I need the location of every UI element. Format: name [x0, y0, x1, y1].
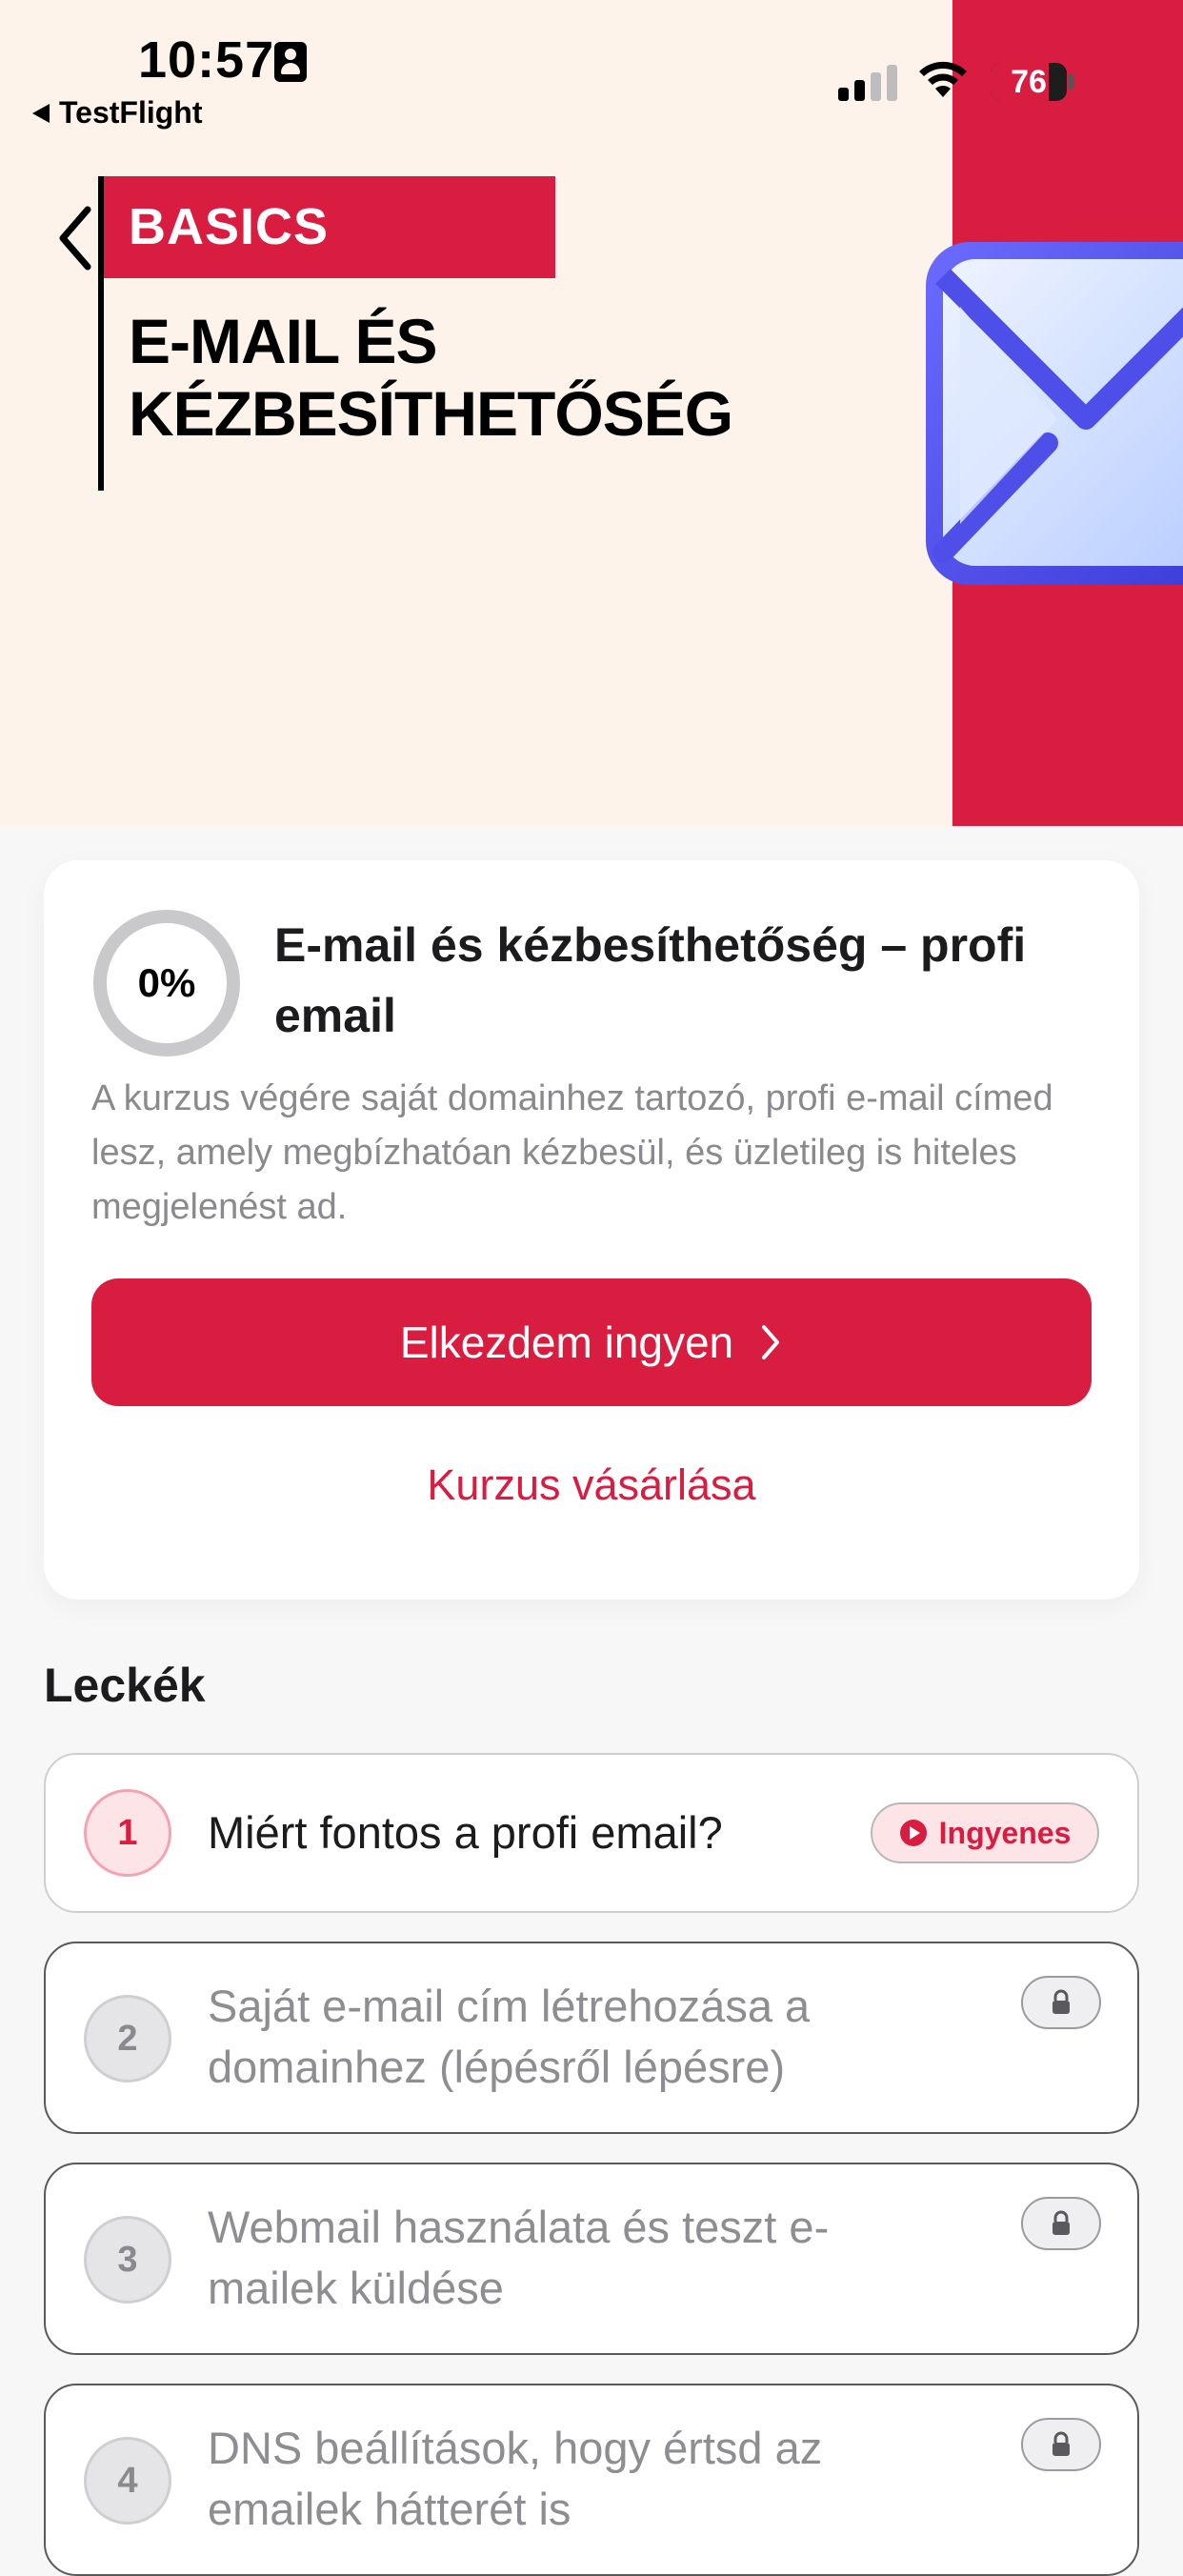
progress-percent: 0%	[137, 960, 196, 1005]
course-title: E-mail és kézbesíthetőség – profi email	[274, 918, 1027, 1042]
lesson-number: 3	[84, 2216, 171, 2304]
lesson-title: Miért fontos a profi email?	[208, 1807, 723, 1858]
battery-level: 76	[1011, 64, 1047, 100]
start-button-label: Elkezdem ingyen	[399, 1318, 734, 1367]
back-triangle-icon	[32, 103, 50, 123]
battery-cap	[1069, 74, 1074, 90]
battery-icon: 76	[991, 63, 1067, 101]
chevron-right-icon	[762, 1325, 780, 1359]
lesson-title: Saját e-mail cím létrehozása a domainhez…	[208, 1981, 811, 2092]
lesson-number: 4	[84, 2437, 171, 2525]
lock-icon	[1053, 2210, 1070, 2235]
course-hero: 10:57 TestFlight 76 BASICS E-MAIL ÉS KÉZ…	[0, 0, 1183, 826]
lock-badge	[1021, 2197, 1101, 2250]
hero-title-line2: KÉZBESÍTHETŐSÉG	[129, 378, 733, 449]
free-badge: Ingyenes	[871, 1802, 1099, 1863]
wifi-icon	[919, 61, 967, 97]
lesson-item-1[interactable]: 1 Miért fontos a profi email? Ingyenes	[44, 1753, 1139, 1913]
lock-icon	[1053, 2431, 1070, 2456]
signal-icon	[838, 65, 897, 101]
envelope-icon	[926, 242, 1183, 585]
lock-badge	[1021, 1976, 1101, 2029]
course-description: A kurzus végére saját domainhez tartozó,…	[91, 1078, 1053, 1227]
hero-title: E-MAIL ÉS KÉZBESÍTHETŐSÉG	[129, 305, 910, 450]
free-badge-label: Ingyenes	[938, 1815, 1072, 1850]
lesson-item-2[interactable]: 2 Saját e-mail cím létrehozása a domainh…	[44, 1942, 1139, 2134]
lesson-number: 1	[84, 1789, 171, 1877]
lesson-item-4[interactable]: 4 DNS beállítások, hogy értsd az emailek…	[44, 2384, 1139, 2576]
lesson-title: DNS beállítások, hogy értsd az emailek h…	[208, 2423, 823, 2534]
start-free-button[interactable]: Elkezdem ingyen	[91, 1278, 1092, 1406]
course-card: 0% E-mail és kézbesíthetőség – profi ema…	[44, 860, 1139, 1600]
back-to-app-label: TestFlight	[59, 95, 203, 130]
hero-title-line1: E-MAIL ÉS	[129, 306, 437, 376]
lesson-number: 2	[84, 1995, 171, 2083]
play-icon	[899, 1820, 927, 1846]
person-card-icon	[274, 42, 307, 82]
buy-course-link[interactable]: Kurzus vásárlása	[44, 1460, 1139, 1510]
basics-badge: BASICS	[104, 176, 555, 278]
back-to-testflight-link[interactable]: TestFlight	[32, 95, 203, 131]
lock-badge	[1021, 2418, 1101, 2471]
lock-icon	[1053, 1989, 1070, 2014]
status-time: 10:57	[138, 31, 275, 89]
lessons-heading: Leckék	[44, 1659, 206, 1712]
lesson-item-3[interactable]: 3 Webmail használata és teszt e-mailek k…	[44, 2163, 1139, 2355]
lesson-title: Webmail használata és teszt e-mailek kül…	[208, 2202, 830, 2313]
